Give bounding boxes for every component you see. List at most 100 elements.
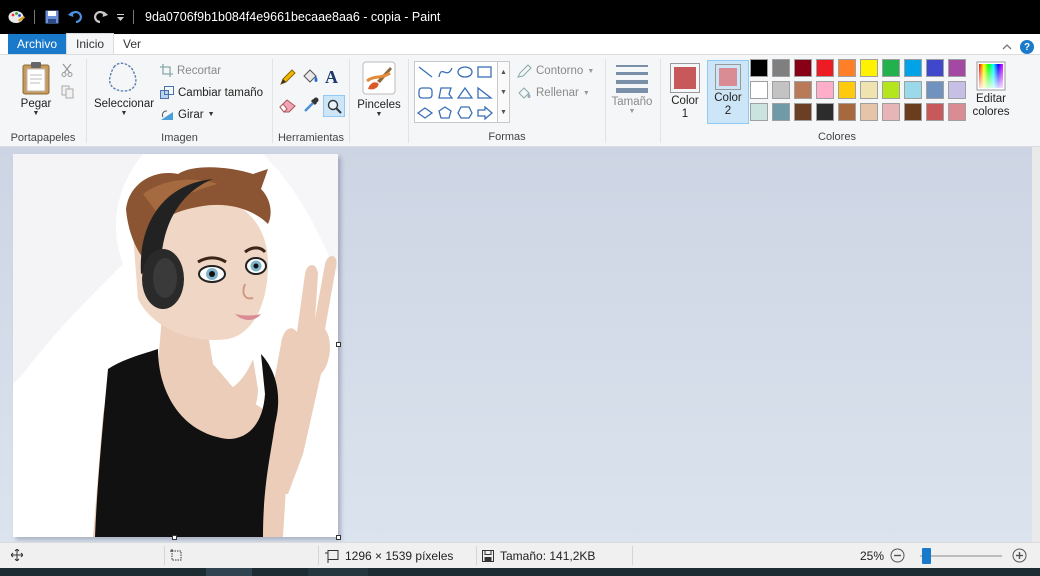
help-icon[interactable]: ?	[1020, 40, 1034, 54]
palette-swatch[interactable]	[948, 59, 966, 77]
crop-icon	[160, 64, 173, 77]
palette-swatch[interactable]	[794, 103, 812, 121]
gallery-expand-icon[interactable]: ▼	[500, 109, 507, 116]
palette-swatch[interactable]	[926, 103, 944, 121]
palette-swatch[interactable]	[838, 103, 856, 121]
taskbar-app[interactable]	[308, 568, 368, 576]
scroll-down-icon[interactable]: ▼	[500, 89, 507, 96]
palette-swatch[interactable]	[904, 103, 922, 121]
crop-button[interactable]: Recortar	[160, 64, 221, 77]
palette-swatch[interactable]	[794, 59, 812, 77]
zoom-out-icon[interactable]	[890, 548, 905, 563]
size-dropdown-icon[interactable]: ▼	[629, 108, 636, 115]
palette-swatch[interactable]	[904, 59, 922, 77]
outline-button[interactable]: Contorno ▼	[517, 64, 594, 78]
magnifier-icon[interactable]	[323, 95, 345, 117]
fill-dropdown-icon[interactable]: ▼	[583, 90, 590, 97]
tab-inicio[interactable]: Inicio	[66, 33, 115, 54]
resize-button[interactable]: Cambiar tamaño	[160, 86, 263, 99]
resize-handle-corner[interactable]	[336, 535, 341, 540]
status-separator	[632, 546, 633, 565]
eraser-icon[interactable]	[279, 97, 297, 116]
brushes-dropdown-icon[interactable]: ▼	[376, 111, 383, 118]
edit-colors-button[interactable]: Editar colores	[966, 61, 1016, 119]
vertical-scrollbar[interactable]	[1032, 147, 1040, 542]
select-button[interactable]: Seleccionar ▼	[92, 61, 156, 117]
select-dropdown-icon[interactable]: ▼	[121, 110, 128, 117]
rotate-dropdown-icon[interactable]: ▼	[208, 111, 215, 118]
palette-swatch[interactable]	[948, 103, 966, 121]
shape-line-icon	[418, 66, 433, 78]
brush-icon	[362, 61, 396, 95]
palette-swatch[interactable]	[794, 81, 812, 99]
group-label-clipboard: Portapapeles	[10, 132, 76, 144]
palette-swatch[interactable]	[904, 81, 922, 99]
palette-swatch[interactable]	[750, 103, 768, 121]
collapse-ribbon-icon[interactable]	[1002, 40, 1012, 54]
tab-ver[interactable]: Ver	[114, 34, 150, 54]
palette-swatch[interactable]	[838, 81, 856, 99]
palette-swatch[interactable]	[772, 59, 790, 77]
paste-button[interactable]: Pegar ▼	[14, 61, 58, 117]
rotate-button[interactable]: Girar ▼	[160, 108, 215, 121]
zoom-slider-track[interactable]	[920, 555, 1002, 557]
palette-swatch[interactable]	[750, 81, 768, 99]
resize-handle-right[interactable]	[336, 342, 341, 347]
qat-separator	[34, 10, 35, 24]
rotate-icon	[161, 110, 173, 120]
palette-swatch[interactable]	[772, 81, 790, 99]
undo-icon[interactable]	[66, 7, 86, 27]
copy-icon[interactable]	[61, 85, 74, 102]
outline-dropdown-icon[interactable]: ▼	[587, 68, 594, 75]
palette-swatch[interactable]	[926, 59, 944, 77]
palette-swatch[interactable]	[926, 81, 944, 99]
palette-swatch[interactable]	[816, 59, 834, 77]
zoom-in-icon[interactable]	[1012, 548, 1027, 563]
group-label-colors: Colores	[818, 131, 856, 143]
shapes-gallery-scroll[interactable]: ▲ ▼ ▼	[498, 61, 510, 123]
palette-swatch[interactable]	[882, 81, 900, 99]
palette-swatch[interactable]	[750, 59, 768, 77]
status-bar: 1296 × 1539 píxeles Tamaño: 141,2KB 25%	[0, 542, 1040, 568]
edit-colors-icon	[976, 61, 1006, 91]
color-picker-icon[interactable]	[303, 97, 319, 116]
save-icon[interactable]	[42, 7, 62, 27]
scroll-up-icon[interactable]: ▲	[500, 69, 507, 76]
palette-swatch[interactable]	[860, 81, 878, 99]
text-tool-icon[interactable]: A	[325, 67, 338, 88]
palette-swatch[interactable]	[882, 59, 900, 77]
brushes-button[interactable]: Pinceles ▼	[354, 61, 404, 118]
fill-icon	[518, 87, 531, 99]
paste-dropdown-icon[interactable]: ▼	[33, 110, 40, 117]
redo-icon[interactable]	[90, 7, 110, 27]
group-label-tools: Herramientas	[277, 132, 345, 144]
palette-swatch[interactable]	[860, 103, 878, 121]
fill-button[interactable]: Rellenar ▼	[517, 86, 590, 100]
resize-handle-bottom[interactable]	[172, 535, 177, 540]
status-separator	[318, 546, 319, 565]
palette-swatch[interactable]	[816, 81, 834, 99]
palette-swatch[interactable]	[772, 103, 790, 121]
taskbar-app[interactable]	[206, 568, 252, 576]
drawing-canvas[interactable]	[13, 154, 338, 537]
color1-button[interactable]: Color 1	[664, 60, 706, 124]
pencil-icon[interactable]	[279, 68, 297, 89]
tab-archivo[interactable]: Archivo	[8, 34, 67, 54]
zoom-slider-thumb[interactable]	[922, 548, 931, 564]
fill-bucket-icon[interactable]	[301, 68, 319, 89]
customize-qat-icon[interactable]	[114, 7, 126, 27]
size-button[interactable]: Tamaño ▼	[608, 63, 656, 115]
shapes-gallery[interactable]	[414, 61, 498, 123]
cut-icon[interactable]	[61, 63, 73, 80]
canvas-image	[13, 154, 338, 537]
shape-right-triangle-icon	[477, 86, 493, 99]
palette-swatch[interactable]	[882, 103, 900, 121]
palette-swatch[interactable]	[816, 103, 834, 121]
palette-swatch[interactable]	[948, 81, 966, 99]
color2-button[interactable]: Color 2	[707, 60, 749, 124]
palette-swatch[interactable]	[838, 59, 856, 77]
file-size-text: Tamaño: 141,2KB	[500, 549, 596, 563]
palette-swatch[interactable]	[860, 59, 878, 77]
paint-app-icon[interactable]	[7, 7, 27, 27]
canvas-workspace[interactable]	[0, 147, 1032, 542]
